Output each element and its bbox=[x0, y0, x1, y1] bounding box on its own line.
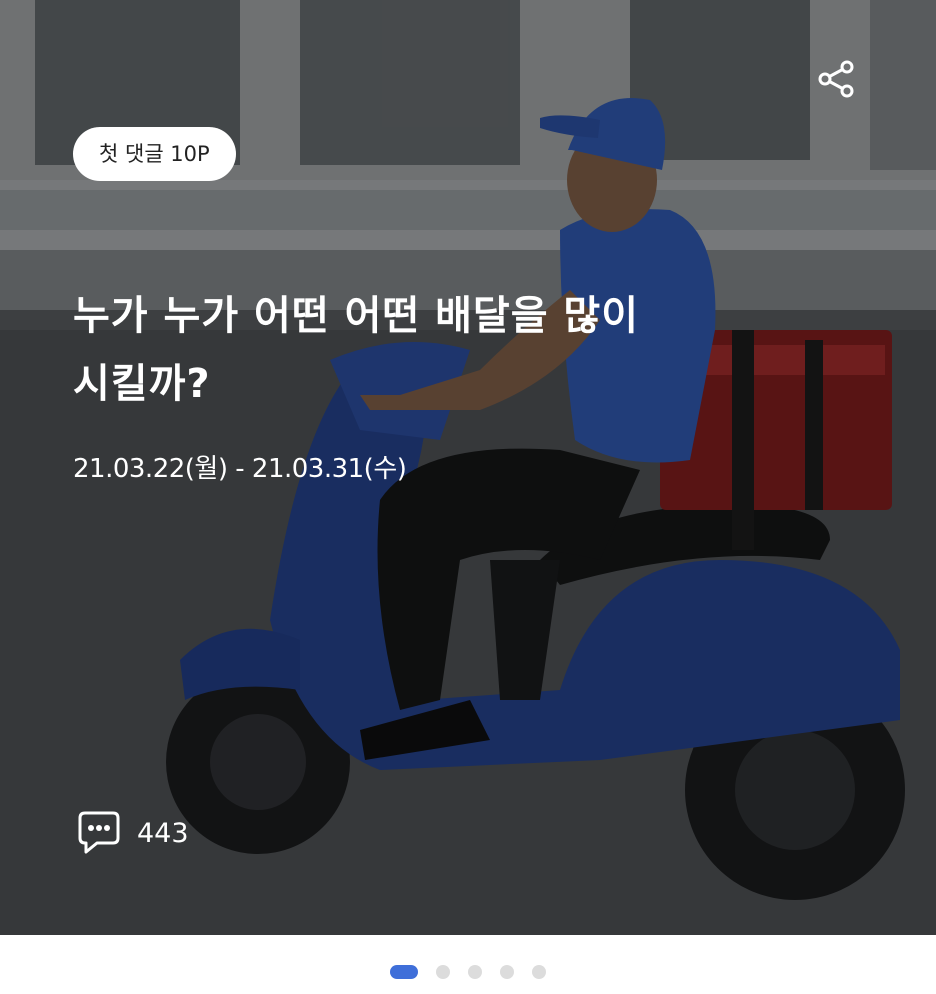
comment-count: 443 bbox=[137, 817, 189, 849]
pagination-dot-3[interactable] bbox=[468, 965, 482, 979]
share-button[interactable] bbox=[814, 57, 858, 101]
pagination-dot-4[interactable] bbox=[500, 965, 514, 979]
pagination-dot-2[interactable] bbox=[436, 965, 450, 979]
comment-bubble-icon bbox=[78, 811, 120, 854]
event-title-line-1: 누가 누가 어떤 어떤 배달을 많이 bbox=[73, 293, 640, 339]
first-comment-badge[interactable]: 첫 댓글 10P bbox=[73, 127, 236, 181]
pagination-dot-5[interactable] bbox=[532, 965, 546, 979]
share-icon bbox=[818, 60, 854, 98]
event-banner[interactable]: 첫 댓글 10P 누가 누가 어떤 어떤 배달을 많이 시킬까? 21.03.2… bbox=[0, 0, 936, 935]
comment-count-button[interactable]: 443 bbox=[77, 808, 189, 858]
event-period: 21.03.22(월) - 21.03.31(수) bbox=[73, 454, 407, 484]
pagination-dot-1[interactable] bbox=[390, 965, 418, 979]
carousel-pagination bbox=[0, 962, 936, 982]
event-title: 누가 누가 어떤 어떤 배달을 많이 시킬까? bbox=[73, 282, 773, 418]
event-title-line-2: 시킬까? bbox=[73, 361, 211, 407]
